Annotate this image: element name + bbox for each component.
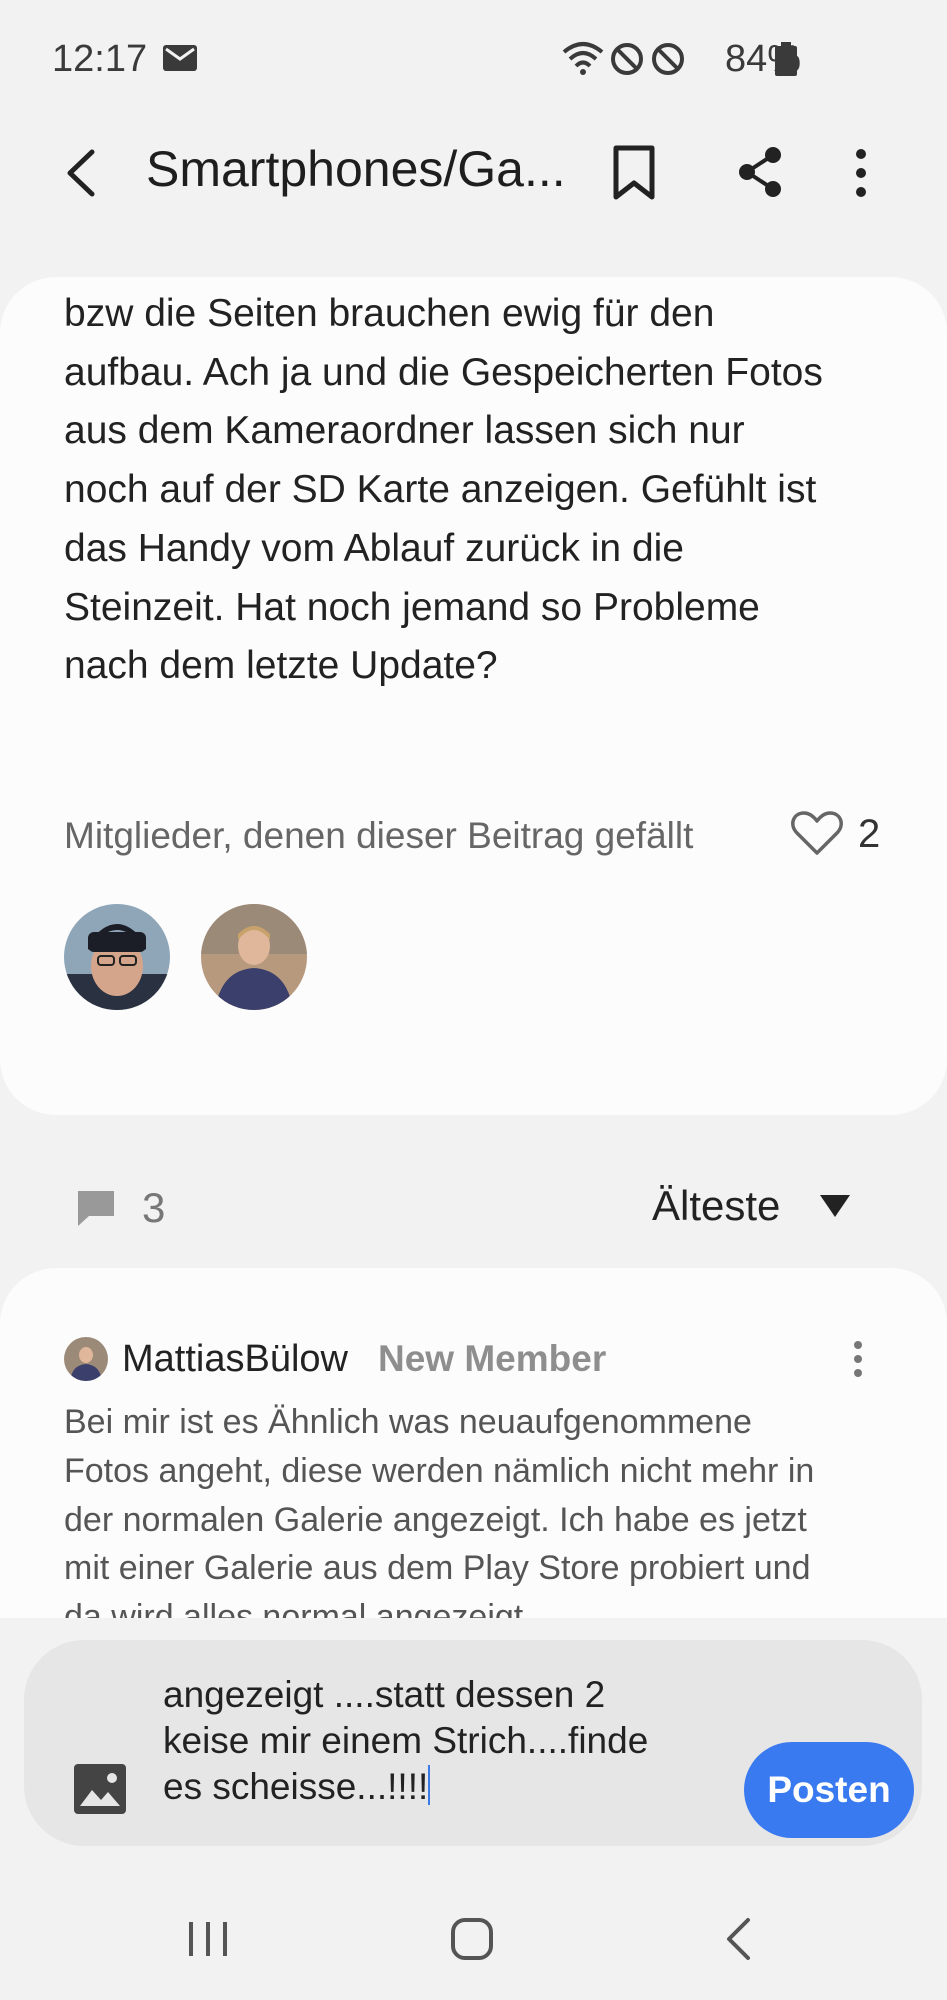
comment-clip: Bei mir ist es Ähnlich was neuaufgenomme…	[0, 1268, 947, 1618]
avatar-image	[64, 904, 170, 1010]
recent-apps-icon[interactable]	[187, 1920, 229, 1958]
comment-text-line: Fotos angeht, diese werden nämlich nicht…	[64, 1451, 815, 1490]
comment-text: Bei mir ist es Ähnlich was neuaufgenomme…	[64, 1398, 904, 1618]
post-body-line: aus dem Kameraordner lassen sich nur	[64, 409, 745, 453]
dnd-icon	[652, 43, 684, 75]
comment-text-line: da wird alles normal angezeigt.	[64, 1598, 533, 1618]
page-title: Smartphones/Ga...	[146, 141, 566, 197]
nav-back-icon[interactable]	[724, 1917, 752, 1961]
composer-line: es scheisse...!!!!	[163, 1766, 429, 1807]
bookmark-icon[interactable]	[612, 145, 656, 201]
dnd-icon	[611, 43, 643, 75]
post-body-line: aufbau. Ach ja und die Gespeicherten Fot…	[64, 350, 823, 394]
likes-count: 2	[858, 812, 881, 856]
wifi-icon	[562, 42, 604, 75]
image-icon[interactable]	[74, 1764, 126, 1814]
composer-line: keise mir einem Strich....finde	[163, 1720, 649, 1761]
home-icon[interactable]	[450, 1917, 494, 1961]
comment-text-line: Bei mir ist es Ähnlich was neuaufgenomme…	[64, 1403, 752, 1441]
likes-label: Mitglieder, denen dieser Beitrag gefällt	[64, 815, 694, 856]
post-body-line: noch auf der SD Karte anzeigen. Gefühlt …	[64, 468, 817, 512]
comment-input-text[interactable]: angezeigt ....statt dessen 2 keise mir e…	[163, 1672, 723, 1810]
composer-line: angezeigt ....statt dessen 2	[163, 1674, 606, 1715]
avatar[interactable]	[64, 904, 170, 1010]
post-body-line: das Handy vom Ablauf zurück in die	[64, 526, 685, 570]
battery-icon	[775, 42, 797, 76]
post-button[interactable]: Posten	[744, 1742, 914, 1838]
back-icon[interactable]	[62, 148, 98, 198]
post-body-line: Steinzeit. Hat noch jemand so Probleme	[64, 585, 760, 629]
heart-icon[interactable]	[791, 809, 843, 857]
comment-count: 3	[142, 1184, 166, 1231]
post-body-line: nach dem letzte Update?	[64, 644, 498, 688]
mail-icon	[163, 45, 197, 71]
comment-text-line: der normalen Galerie angezeigt. Ich habe…	[64, 1500, 807, 1539]
sort-dropdown[interactable]: Älteste	[652, 1182, 780, 1230]
comment-text-line: mit einer Galerie aus dem Play Store pro…	[64, 1549, 811, 1588]
avatar[interactable]	[201, 904, 307, 1010]
more-icon[interactable]	[854, 148, 868, 198]
comment-icon	[78, 1191, 114, 1226]
chevron-down-icon[interactable]	[820, 1195, 850, 1217]
text-caret	[428, 1765, 431, 1805]
avatar-image	[201, 904, 307, 1010]
share-icon[interactable]	[737, 146, 783, 198]
status-time: 12:17	[52, 38, 148, 80]
post-body: bzw die Seiten brauchen ewig für den auf…	[64, 285, 904, 696]
composer-line-last: es scheisse...!!!!	[163, 1764, 723, 1810]
post-body-line: bzw die Seiten brauchen ewig für den	[64, 292, 715, 335]
